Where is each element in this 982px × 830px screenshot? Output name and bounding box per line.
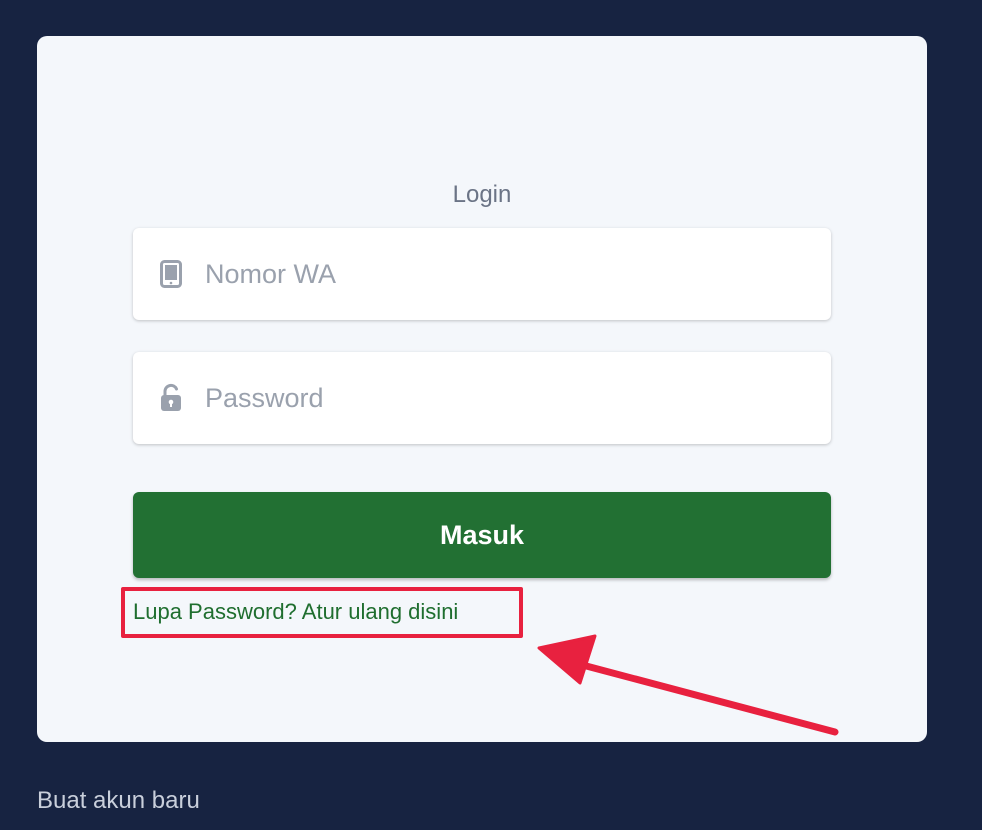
login-button[interactable]: Masuk xyxy=(133,492,831,578)
password-field[interactable] xyxy=(133,352,831,444)
forgot-password-link[interactable]: Lupa Password? Atur ulang disini xyxy=(133,599,458,625)
password-input[interactable] xyxy=(205,382,785,414)
tablet-icon xyxy=(159,259,183,289)
signup-link[interactable]: Buat akun baru xyxy=(37,787,200,815)
login-title: Login xyxy=(452,181,512,208)
unlock-icon xyxy=(159,383,183,413)
phone-input[interactable] xyxy=(205,258,785,290)
login-card: Login Masuk Lupa Password? Atur ulang di… xyxy=(37,36,927,742)
phone-field[interactable] xyxy=(133,228,831,320)
